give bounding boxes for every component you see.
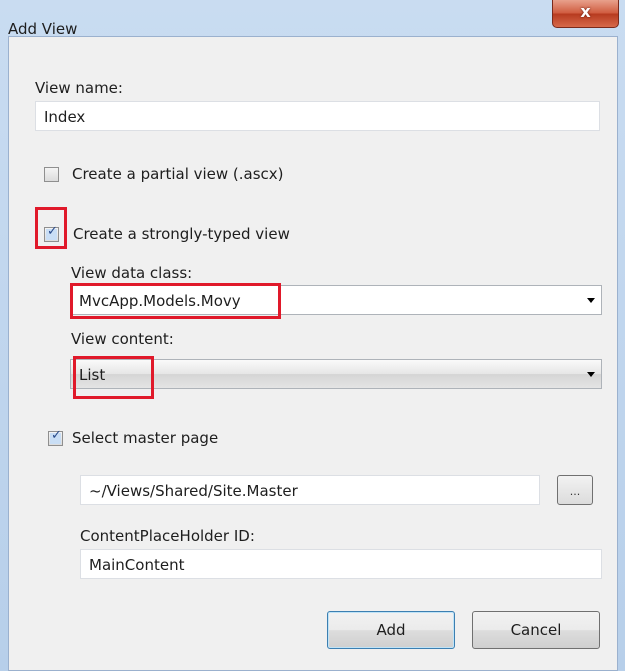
master-page-checkbox[interactable]: ✓: [48, 428, 63, 446]
view-name-input[interactable]: Index: [35, 101, 600, 131]
view-content-highlight-box: [73, 356, 154, 399]
browse-button[interactable]: ...: [557, 475, 593, 505]
dropdown-arrow-icon[interactable]: [587, 298, 595, 303]
add-view-dialog: Add View x View name: Index Create a par…: [0, 0, 625, 671]
add-button[interactable]: Add: [327, 611, 455, 649]
data-class-highlight-box: [70, 283, 281, 319]
placeholder-label: ContentPlaceHolder ID:: [80, 527, 255, 545]
close-icon: x: [580, 2, 591, 21]
partial-view-label: Create a partial view (.ascx): [72, 165, 284, 183]
view-name-label: View name:: [35, 79, 123, 97]
title-bar[interactable]: Add View x: [0, 0, 625, 38]
close-button[interactable]: x: [552, 0, 619, 28]
master-page-path-input[interactable]: ~/Views/Shared/Site.Master: [80, 475, 540, 505]
dialog-body: View name: Index Create a partial view (…: [8, 36, 618, 671]
view-content-label: View content:: [71, 330, 174, 348]
placeholder-id-input[interactable]: MainContent: [80, 549, 602, 579]
master-page-label: Select master page: [72, 429, 219, 447]
strongly-typed-label: Create a strongly-typed view: [73, 225, 290, 243]
checkmark-icon: ✓: [51, 428, 62, 443]
dropdown-arrow-icon[interactable]: [587, 372, 595, 377]
checkmark-icon: ✓: [47, 224, 58, 239]
partial-view-checkbox[interactable]: [44, 167, 59, 182]
cancel-button[interactable]: Cancel: [472, 611, 600, 649]
data-class-label: View data class:: [71, 264, 193, 282]
